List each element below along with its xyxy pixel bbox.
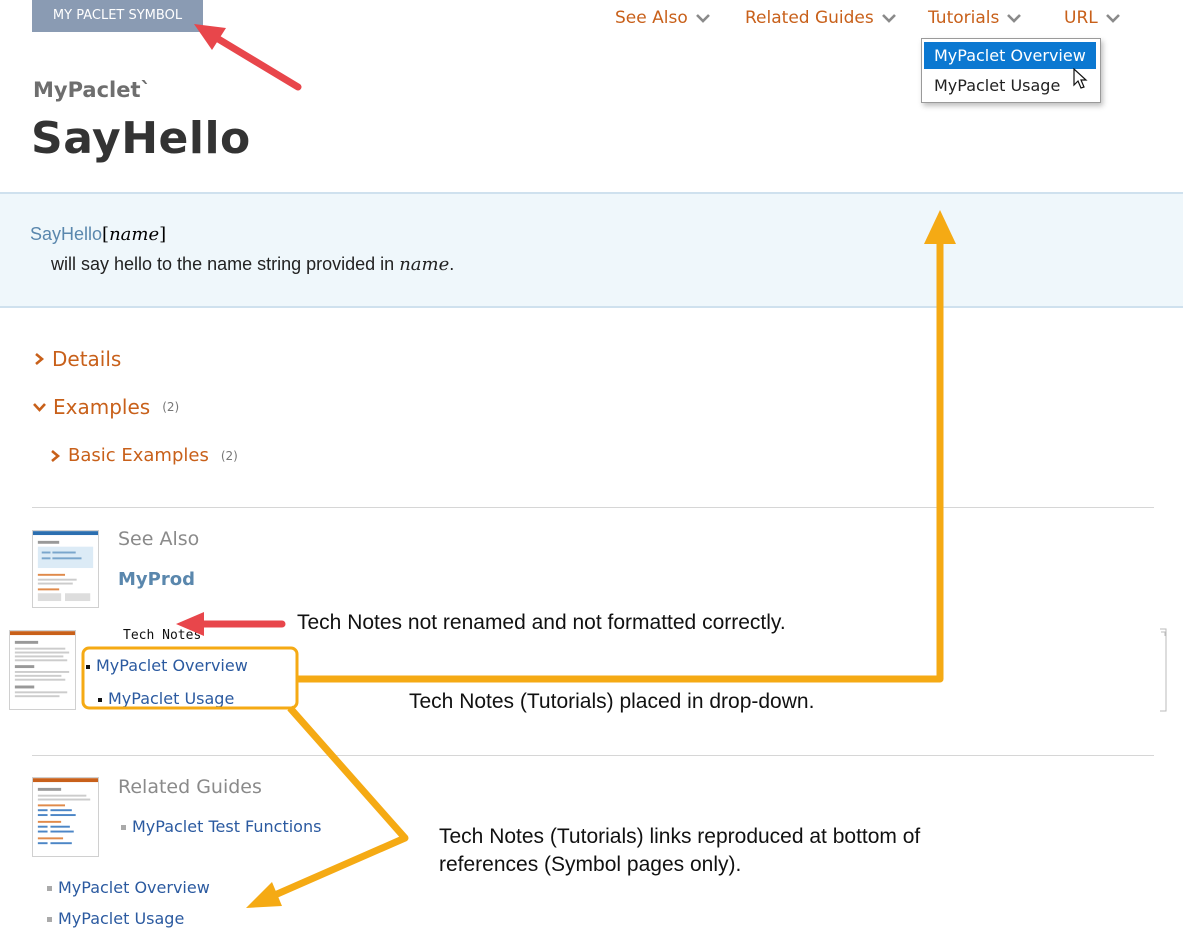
section-details[interactable]: Details xyxy=(33,347,121,371)
usage-desc-suffix: . xyxy=(449,254,455,274)
dropdown-item-overview[interactable]: MyPaclet Overview xyxy=(924,42,1096,69)
section-examples-label: Examples xyxy=(53,395,151,419)
chevron-down-icon xyxy=(881,14,896,23)
chevron-down-icon xyxy=(1007,14,1022,23)
nav-url-label: URL xyxy=(1064,8,1098,28)
chevron-down-icon xyxy=(33,403,46,412)
chevron-down-icon xyxy=(1105,14,1120,23)
section-details-label: Details xyxy=(52,347,122,371)
bottom-link-usage[interactable]: MyPaclet Usage xyxy=(47,909,184,928)
nav-tutorials[interactable]: Tutorials xyxy=(928,6,1022,30)
cell-bracket-icon xyxy=(1160,628,1167,712)
examples-count: (2) xyxy=(162,400,180,414)
tech-note-link-overview-label: MyPaclet Overview xyxy=(96,656,248,675)
usage-desc-text: will say hello to the name string provid… xyxy=(51,254,400,274)
usage-function-name[interactable]: SayHello xyxy=(30,224,102,244)
chevron-right-icon xyxy=(51,449,61,462)
see-also-link-myprod[interactable]: MyProd xyxy=(118,569,195,590)
related-guide-link-label: MyPaclet Test Functions xyxy=(132,817,322,836)
usage-close-bracket: ] xyxy=(159,224,167,245)
bullet-icon xyxy=(98,697,102,702)
tech-note-link-usage-label: MyPaclet Usage xyxy=(108,689,235,708)
nav-see-also[interactable]: See Also xyxy=(615,6,711,30)
section-basic-examples[interactable]: Basic Examples (2) xyxy=(49,445,238,466)
nav-tutorials-label: Tutorials xyxy=(928,8,1000,28)
usage-desc-argument: name xyxy=(399,254,450,275)
tech-note-link-overview[interactable]: MyPaclet Overview xyxy=(86,656,248,675)
bullet-icon xyxy=(121,825,126,830)
bottom-link-overview[interactable]: MyPaclet Overview xyxy=(47,878,210,897)
annotation-bottom-note-line1: Tech Notes (Tutorials) links reproduced … xyxy=(439,825,921,848)
nav-see-also-label: See Also xyxy=(615,8,688,28)
divider xyxy=(32,755,1154,756)
section-basic-examples-label: Basic Examples xyxy=(68,445,209,466)
section-examples[interactable]: Examples (2) xyxy=(32,395,179,419)
chevron-right-icon xyxy=(35,353,45,365)
annotation-dropdown-note: Tech Notes (Tutorials) placed in drop-do… xyxy=(409,690,815,713)
related-guides-heading: Related Guides xyxy=(118,776,262,798)
tech-notes-thumbnail-icon xyxy=(9,630,76,710)
paclet-context: MyPaclet` xyxy=(33,78,152,102)
usage-description: will say hello to the name string provid… xyxy=(51,254,454,275)
bullet-icon xyxy=(86,664,90,669)
mouse-cursor-icon xyxy=(1073,68,1088,89)
red-arrow-symbol-tag xyxy=(194,24,302,91)
bullet-icon xyxy=(47,917,52,922)
nav-related-guides-label: Related Guides xyxy=(745,8,874,28)
usage-signature: SayHello[name] xyxy=(30,224,166,245)
usage-argument: name xyxy=(109,224,160,245)
see-also-thumbnail-icon xyxy=(32,530,99,608)
tech-notes-heading: Tech Notes xyxy=(123,628,202,643)
basic-examples-count: (2) xyxy=(220,448,238,463)
related-guide-link-test-functions[interactable]: MyPaclet Test Functions xyxy=(121,817,321,836)
bullet-icon xyxy=(47,886,52,891)
dropdown-item-usage[interactable]: MyPaclet Usage xyxy=(924,72,1096,99)
nav-related-guides[interactable]: Related Guides xyxy=(745,6,897,30)
divider xyxy=(32,507,1154,508)
annotation-tech-notes-issue: Tech Notes not renamed and not formatted… xyxy=(297,611,786,634)
usage-box xyxy=(0,192,1183,308)
yellow-arrow-bottom-links xyxy=(246,705,409,908)
annotation-bottom-note-line2: references (Symbol pages only). xyxy=(439,853,742,876)
chevron-down-icon xyxy=(695,14,710,23)
nav-url[interactable]: URL xyxy=(1064,6,1121,30)
see-also-heading: See Also xyxy=(118,528,200,550)
tech-note-link-usage[interactable]: MyPaclet Usage xyxy=(98,689,234,708)
bottom-link-overview-label: MyPaclet Overview xyxy=(58,878,210,897)
page-title: SayHello xyxy=(31,113,251,164)
related-guides-thumbnail-icon xyxy=(32,777,99,857)
symbol-type-tag: MY PACLET SYMBOL xyxy=(32,0,203,32)
bottom-link-usage-label: MyPaclet Usage xyxy=(58,909,185,928)
